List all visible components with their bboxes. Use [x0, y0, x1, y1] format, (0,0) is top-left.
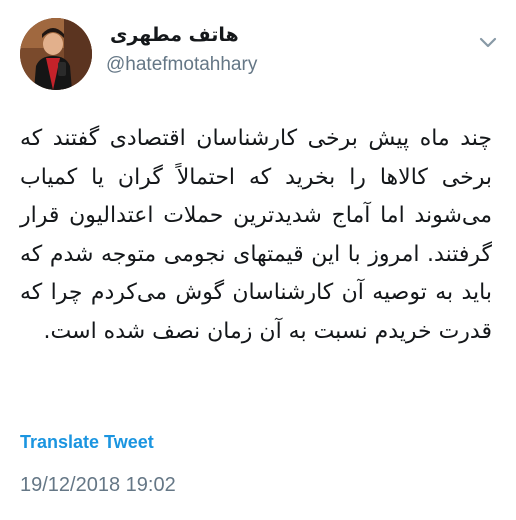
avatar-photo: [20, 18, 92, 90]
avatar[interactable]: [20, 18, 92, 90]
tweet-timestamp[interactable]: 19/12/2018 19:02: [20, 474, 176, 497]
chevron-down-icon[interactable]: [478, 34, 498, 48]
translate-tweet-link[interactable]: Translate Tweet: [20, 432, 154, 453]
user-handle[interactable]: @hatefmotahhary: [106, 54, 257, 76]
display-name[interactable]: هاتف مطهری: [110, 24, 239, 46]
tweet-card: هاتف مطهری @hatefmotahhary چند ماه پیش ب…: [0, 0, 516, 520]
tweet-text: چند ماه پیش برخی کارشناسان اقتصادی گفتند…: [20, 126, 492, 344]
